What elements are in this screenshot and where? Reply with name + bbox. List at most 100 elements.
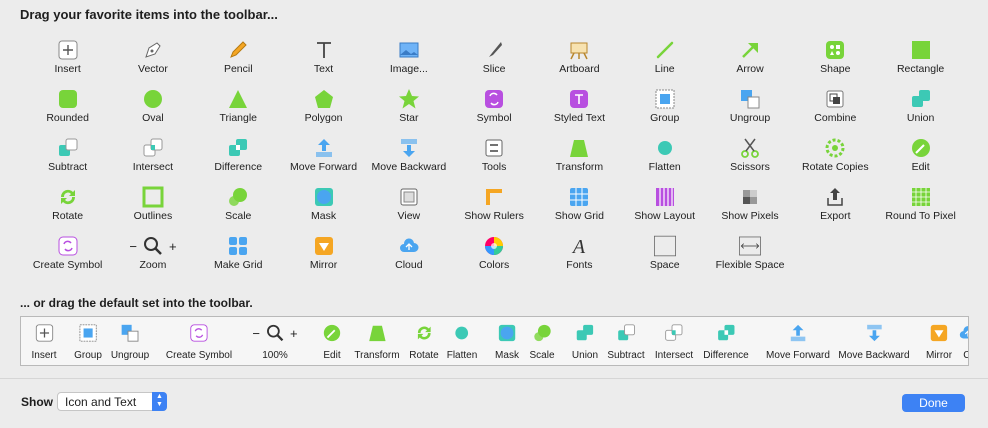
toolbar-item-vector[interactable]: Vector (110, 35, 195, 84)
toolbar-item-move-backward[interactable]: Move Backward (366, 133, 451, 182)
show-mode-select[interactable]: Icon and Text ▲ ▼ (57, 392, 167, 411)
default-item-ungroup[interactable]: Ungroup (111, 317, 149, 361)
toolbar-item-mirror[interactable]: Mirror (281, 231, 366, 280)
toolbar-item-line[interactable]: Line (622, 35, 707, 84)
scale-icon (532, 323, 552, 343)
toolbar-item-label: Move Forward (289, 161, 358, 173)
done-button[interactable]: Done (902, 394, 965, 412)
move-backward-icon (398, 137, 420, 159)
toolbar-item-rounded[interactable]: Rounded (25, 84, 110, 133)
toolbar-item-symbol[interactable]: Symbol (451, 84, 536, 133)
toolbar-item-slice[interactable]: Slice (451, 35, 536, 84)
default-item-label: Union (571, 350, 599, 361)
image-icon (398, 39, 420, 61)
default-item-subtract[interactable]: Subtract (607, 317, 645, 361)
toolbar-item-label: Line (654, 63, 675, 75)
toolbar-item-edit[interactable]: Edit (878, 133, 963, 182)
toolbar-item-label: Fonts (566, 259, 593, 271)
default-item-mirror[interactable]: Mirror (926, 317, 952, 361)
toolbar-item-fonts[interactable]: A Fonts (537, 231, 622, 280)
toolbar-item-label: Intersect (132, 161, 174, 173)
toolbar-item-scissors[interactable]: Scissors (707, 133, 792, 182)
default-item-scale[interactable]: Scale (529, 317, 555, 361)
default-item-move-backward[interactable]: Move Backward (838, 317, 910, 361)
make-grid-icon (227, 235, 249, 257)
toolbar-item-star[interactable]: Star (366, 84, 451, 133)
default-item-edit[interactable]: Edit (322, 317, 342, 361)
toolbar-item-arrow[interactable]: Arrow (707, 35, 792, 84)
toolbar-item-move-forward[interactable]: Move Forward (281, 133, 366, 182)
toolbar-item-group[interactable]: Group (622, 84, 707, 133)
toolbar-item-insert[interactable]: Insert (25, 35, 110, 84)
mask-icon (497, 323, 517, 343)
toolbar-item-label: Triangle (219, 112, 258, 124)
toolbar-item-text[interactable]: Text (281, 35, 366, 84)
toolbar-item-round-to-pixel[interactable]: Round To Pixel (878, 182, 963, 231)
default-item-label: Mirror (925, 350, 953, 361)
toolbar-item-transform[interactable]: Transform (537, 133, 622, 182)
toolbar-item-make-grid[interactable]: Make Grid (196, 231, 281, 280)
space-icon (653, 235, 676, 257)
toolbar-item-outlines[interactable]: Outlines (110, 182, 195, 231)
default-item-insert[interactable]: Insert (31, 317, 57, 361)
flatten-icon (452, 323, 472, 343)
toolbar-item-zoom[interactable]: − + Zoom (110, 231, 195, 280)
toolbar-item-colors[interactable]: Colors (451, 231, 536, 280)
toolbar-item-flexible-space[interactable]: Flexible Space (707, 231, 792, 280)
default-item-create-symbol[interactable]: Create Symbol (166, 317, 232, 361)
toolbar-item-styled-text[interactable]: Styled Text (537, 84, 622, 133)
toolbar-item-union[interactable]: Union (878, 84, 963, 133)
toolbar-item-label: Union (906, 112, 935, 124)
toolbar-item-combine[interactable]: Combine (793, 84, 878, 133)
toolbar-item-subtract[interactable]: Subtract (25, 133, 110, 182)
default-item-cl[interactable]: Cl (958, 317, 968, 361)
text-icon (313, 39, 335, 61)
default-toolbar-set[interactable]: Insert Group Ungroup Create Symbol − + 100… (20, 316, 969, 366)
toolbar-item-export[interactable]: Export (793, 182, 878, 231)
arrow-icon (739, 39, 761, 61)
toolbar-item-rotate[interactable]: Rotate (25, 182, 110, 231)
toolbar-item-show-layout[interactable]: Show Layout (622, 182, 707, 231)
default-item-union[interactable]: Union (572, 317, 598, 361)
default-item-difference[interactable]: Difference (703, 317, 749, 361)
toolbar-item-shape[interactable]: Shape (793, 35, 878, 84)
default-item-rotate[interactable]: Rotate (409, 317, 439, 361)
toolbar-item-space[interactable]: Space (622, 231, 707, 280)
toolbar-item-difference[interactable]: Difference (196, 133, 281, 182)
toolbar-item-flatten[interactable]: Flatten (622, 133, 707, 182)
toolbar-item-rotate-copies[interactable]: Rotate Copies (793, 133, 878, 182)
toolbar-item-triangle[interactable]: Triangle (196, 84, 281, 133)
toolbar-item-image[interactable]: Image... (366, 35, 451, 84)
default-item-label: Subtract (607, 350, 645, 361)
default-item-label: Move Backward (838, 350, 910, 361)
toolbar-item-polygon[interactable]: Polygon (281, 84, 366, 133)
default-item-group[interactable]: Group (74, 317, 102, 361)
difference-icon (716, 323, 736, 343)
default-item-mask[interactable]: Mask (495, 317, 519, 361)
toolbar-item-scale[interactable]: Scale (196, 182, 281, 231)
toolbar-item-create-symbol[interactable]: Create Symbol (25, 231, 110, 280)
cloud-icon (958, 323, 968, 343)
toolbar-item-view[interactable]: View (366, 182, 451, 231)
toolbar-item-show-rulers[interactable]: Show Rulers (451, 182, 536, 231)
toolbar-item-mask[interactable]: Mask (281, 182, 366, 231)
default-item-100[interactable]: − + 100% (252, 317, 298, 361)
toolbar-item-label: Make Grid (214, 259, 263, 271)
oval-icon (142, 88, 164, 110)
toolbar-item-show-pixels[interactable]: Show Pixels (707, 182, 792, 231)
toolbar-item-pencil[interactable]: Pencil (196, 35, 281, 84)
toolbar-item-label: Oval (142, 112, 164, 124)
toolbar-item-rectangle[interactable]: Rectangle (878, 35, 963, 84)
toolbar-item-oval[interactable]: Oval (110, 84, 195, 133)
default-item-flatten[interactable]: Flatten (447, 317, 477, 361)
view-icon (398, 186, 420, 208)
toolbar-item-ungroup[interactable]: Ungroup (707, 84, 792, 133)
toolbar-item-intersect[interactable]: Intersect (110, 133, 195, 182)
default-item-intersect[interactable]: Intersect (655, 317, 693, 361)
toolbar-item-show-grid[interactable]: Show Grid (537, 182, 622, 231)
toolbar-item-artboard[interactable]: Artboard (537, 35, 622, 84)
toolbar-item-tools[interactable]: Tools (451, 133, 536, 182)
toolbar-item-cloud[interactable]: Cloud (366, 231, 451, 280)
default-item-move-forward[interactable]: Move Forward (766, 317, 830, 361)
default-item-transform[interactable]: Transform (354, 317, 400, 361)
